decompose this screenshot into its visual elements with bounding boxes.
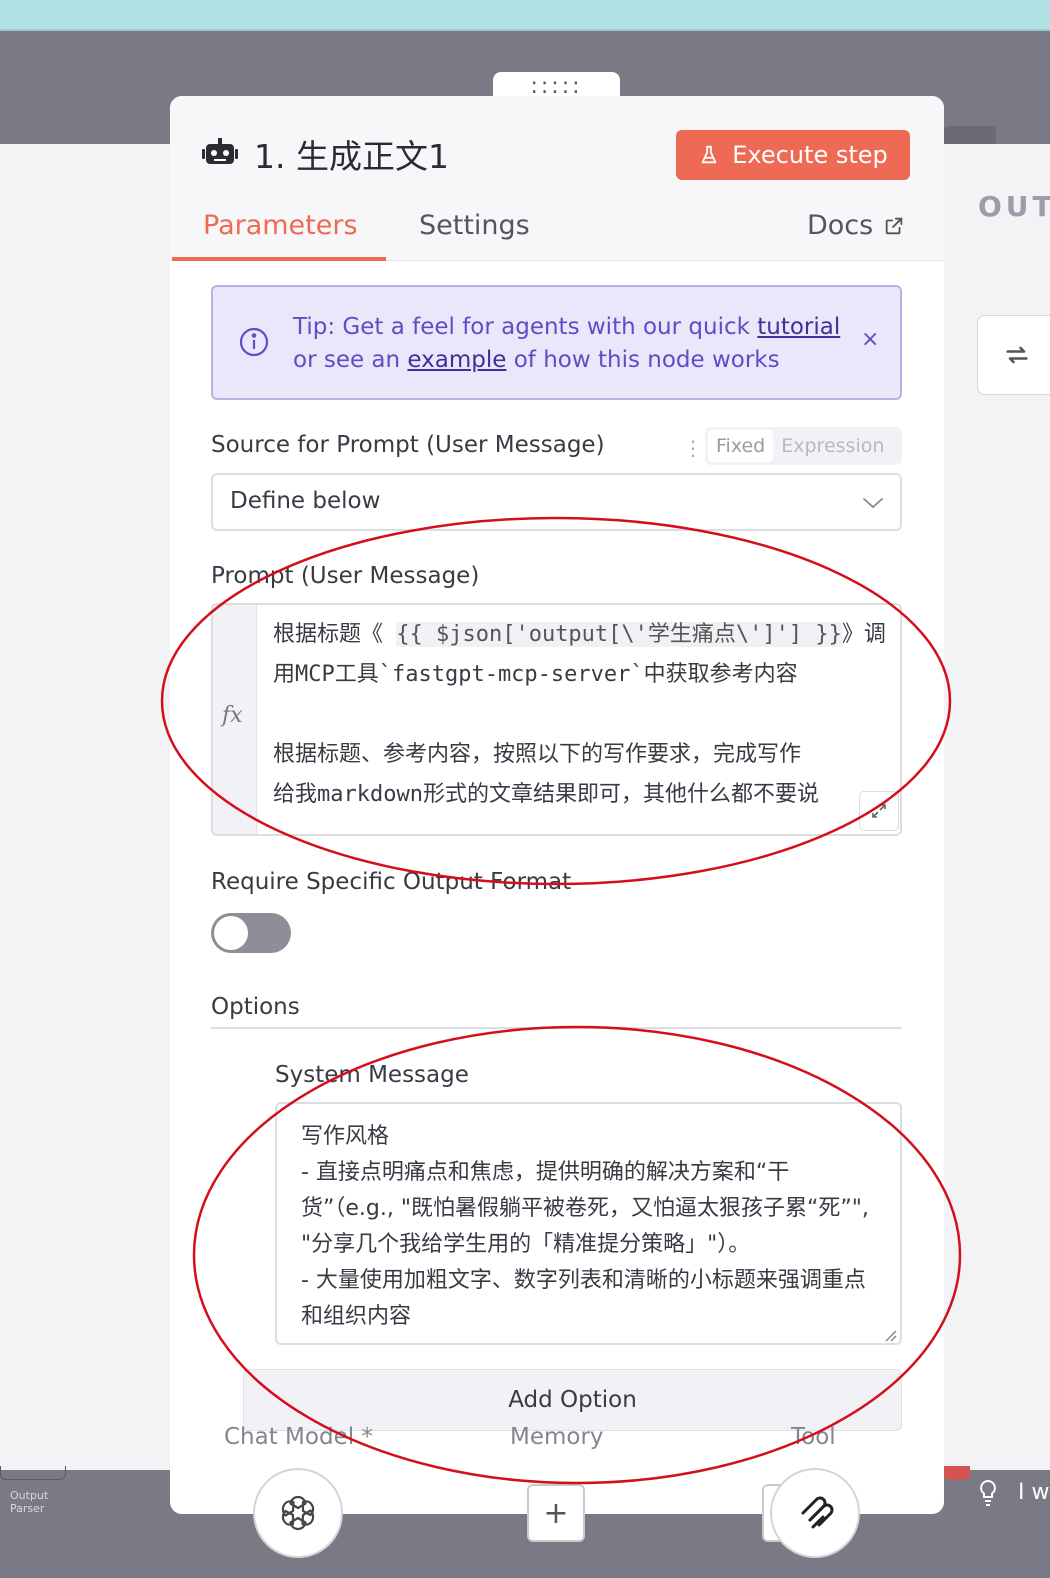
tip-banner: Tip: Get a feel for agents with our quic… xyxy=(211,285,902,400)
prompt-line3: 给我markdown形式的文章结果即可，其他什么都不要说 xyxy=(273,782,819,807)
tip-text: Tip: Get a feel for agents with our quic… xyxy=(293,311,843,377)
options-label: Options xyxy=(211,994,300,1020)
source-prompt-select[interactable]: Define below xyxy=(211,473,902,531)
node-panel: 1. 生成正文1 Execute step Parameters Setting… xyxy=(170,96,944,1514)
tab-settings[interactable]: Settings xyxy=(419,210,530,241)
source-prompt-value: Define below xyxy=(230,488,381,514)
info-icon xyxy=(239,327,269,357)
execute-step-label: Execute step xyxy=(732,141,888,169)
resize-grip-icon[interactable] xyxy=(881,1326,897,1342)
tip-middle: or see an xyxy=(293,347,408,373)
fx-gutter: fx xyxy=(213,605,257,834)
lightbulb-icon[interactable] xyxy=(976,1478,1000,1508)
prompt-line2: 根据标题、参考内容，按照以下的写作要求，完成写作 xyxy=(273,742,802,767)
example-link[interactable]: example xyxy=(407,347,506,373)
source-prompt-label: Source for Prompt (User Message) xyxy=(211,432,605,458)
ask-assistant-text[interactable]: I w xyxy=(1018,1480,1049,1505)
tip-close-icon[interactable]: × xyxy=(861,327,879,352)
output-panel-label: OUT xyxy=(978,190,1050,223)
output-format-label: Require Specific Output Format xyxy=(211,869,572,895)
swap-icon xyxy=(1006,346,1028,364)
chat-model-connector[interactable] xyxy=(253,1468,343,1558)
toggle-expression[interactable]: Expression xyxy=(773,430,892,462)
top-bar xyxy=(0,0,1050,31)
add-memory-button[interactable]: + xyxy=(527,1484,585,1542)
expand-icon xyxy=(872,804,886,818)
external-link-icon xyxy=(885,217,903,234)
output-parser-label: Output Parser xyxy=(10,1489,49,1515)
mcp-icon xyxy=(801,1496,834,1529)
system-message-label: System Message xyxy=(275,1062,469,1088)
expand-editor-button[interactable] xyxy=(859,791,899,831)
output-format-switch[interactable] xyxy=(211,913,291,953)
flask-icon xyxy=(701,145,717,164)
openai-icon xyxy=(281,1495,315,1531)
prompt-line1-prefix: 根据标题《 xyxy=(273,622,397,647)
execute-step-button[interactable]: Execute step xyxy=(676,130,910,180)
more-options-icon[interactable]: ⋮ xyxy=(683,436,703,460)
chat-model-label: Chat Model * xyxy=(224,1424,373,1450)
tool-label: Tool xyxy=(791,1424,836,1450)
chevron-down-icon xyxy=(863,498,883,509)
panel-header: 1. 生成正文1 Execute step Parameters Setting… xyxy=(170,96,944,261)
prompt-text[interactable]: 根据标题《 {{ $json['output[\'学生痛点\']'] }}》调用… xyxy=(273,615,900,815)
prompt-editor[interactable]: fx 根据标题《 {{ $json['output[\'学生痛点\']'] }}… xyxy=(211,603,902,836)
switch-knob xyxy=(214,916,248,950)
tip-suffix: of how this node works xyxy=(506,347,780,373)
active-tab-underline xyxy=(172,257,386,261)
memory-label: Memory xyxy=(510,1424,604,1450)
prompt-expression: {{ $json['output[\'学生痛点\']'] }} xyxy=(396,622,842,647)
system-message-textarea[interactable]: 写作风格 - 直接点明痛点和焦虑，提供明确的解决方案和“干货”（e.g., "既… xyxy=(275,1102,902,1345)
fixed-expression-toggle[interactable]: Fixed Expression xyxy=(705,427,902,465)
output-parser-box xyxy=(0,1466,66,1480)
tab-docs[interactable]: Docs xyxy=(807,210,905,241)
robot-icon xyxy=(202,138,238,164)
add-option-button[interactable]: Add Option xyxy=(243,1369,902,1431)
toggle-fixed[interactable]: Fixed xyxy=(708,430,774,462)
tutorial-link[interactable]: tutorial xyxy=(757,314,840,340)
options-divider xyxy=(211,1027,902,1029)
prompt-label: Prompt (User Message) xyxy=(211,563,480,589)
tab-parameters[interactable]: Parameters xyxy=(203,210,358,241)
swap-button[interactable] xyxy=(977,315,1050,395)
canvas-background-left xyxy=(0,144,170,1470)
fx-icon: fx xyxy=(222,703,243,728)
tip-prefix: Tip: Get a feel for agents with our quic… xyxy=(293,314,758,340)
docs-label: Docs xyxy=(807,210,874,241)
tool-connector[interactable] xyxy=(770,1468,860,1558)
system-message-text[interactable]: 写作风格 - 直接点明痛点和焦虑，提供明确的解决方案和“干货”（e.g., "既… xyxy=(301,1119,881,1335)
canvas-strip xyxy=(944,126,996,144)
node-title[interactable]: 1. 生成正文1 xyxy=(254,130,449,178)
output-parser-node[interactable]: Output Parser xyxy=(0,1466,72,1515)
notification-badge xyxy=(944,1466,970,1480)
